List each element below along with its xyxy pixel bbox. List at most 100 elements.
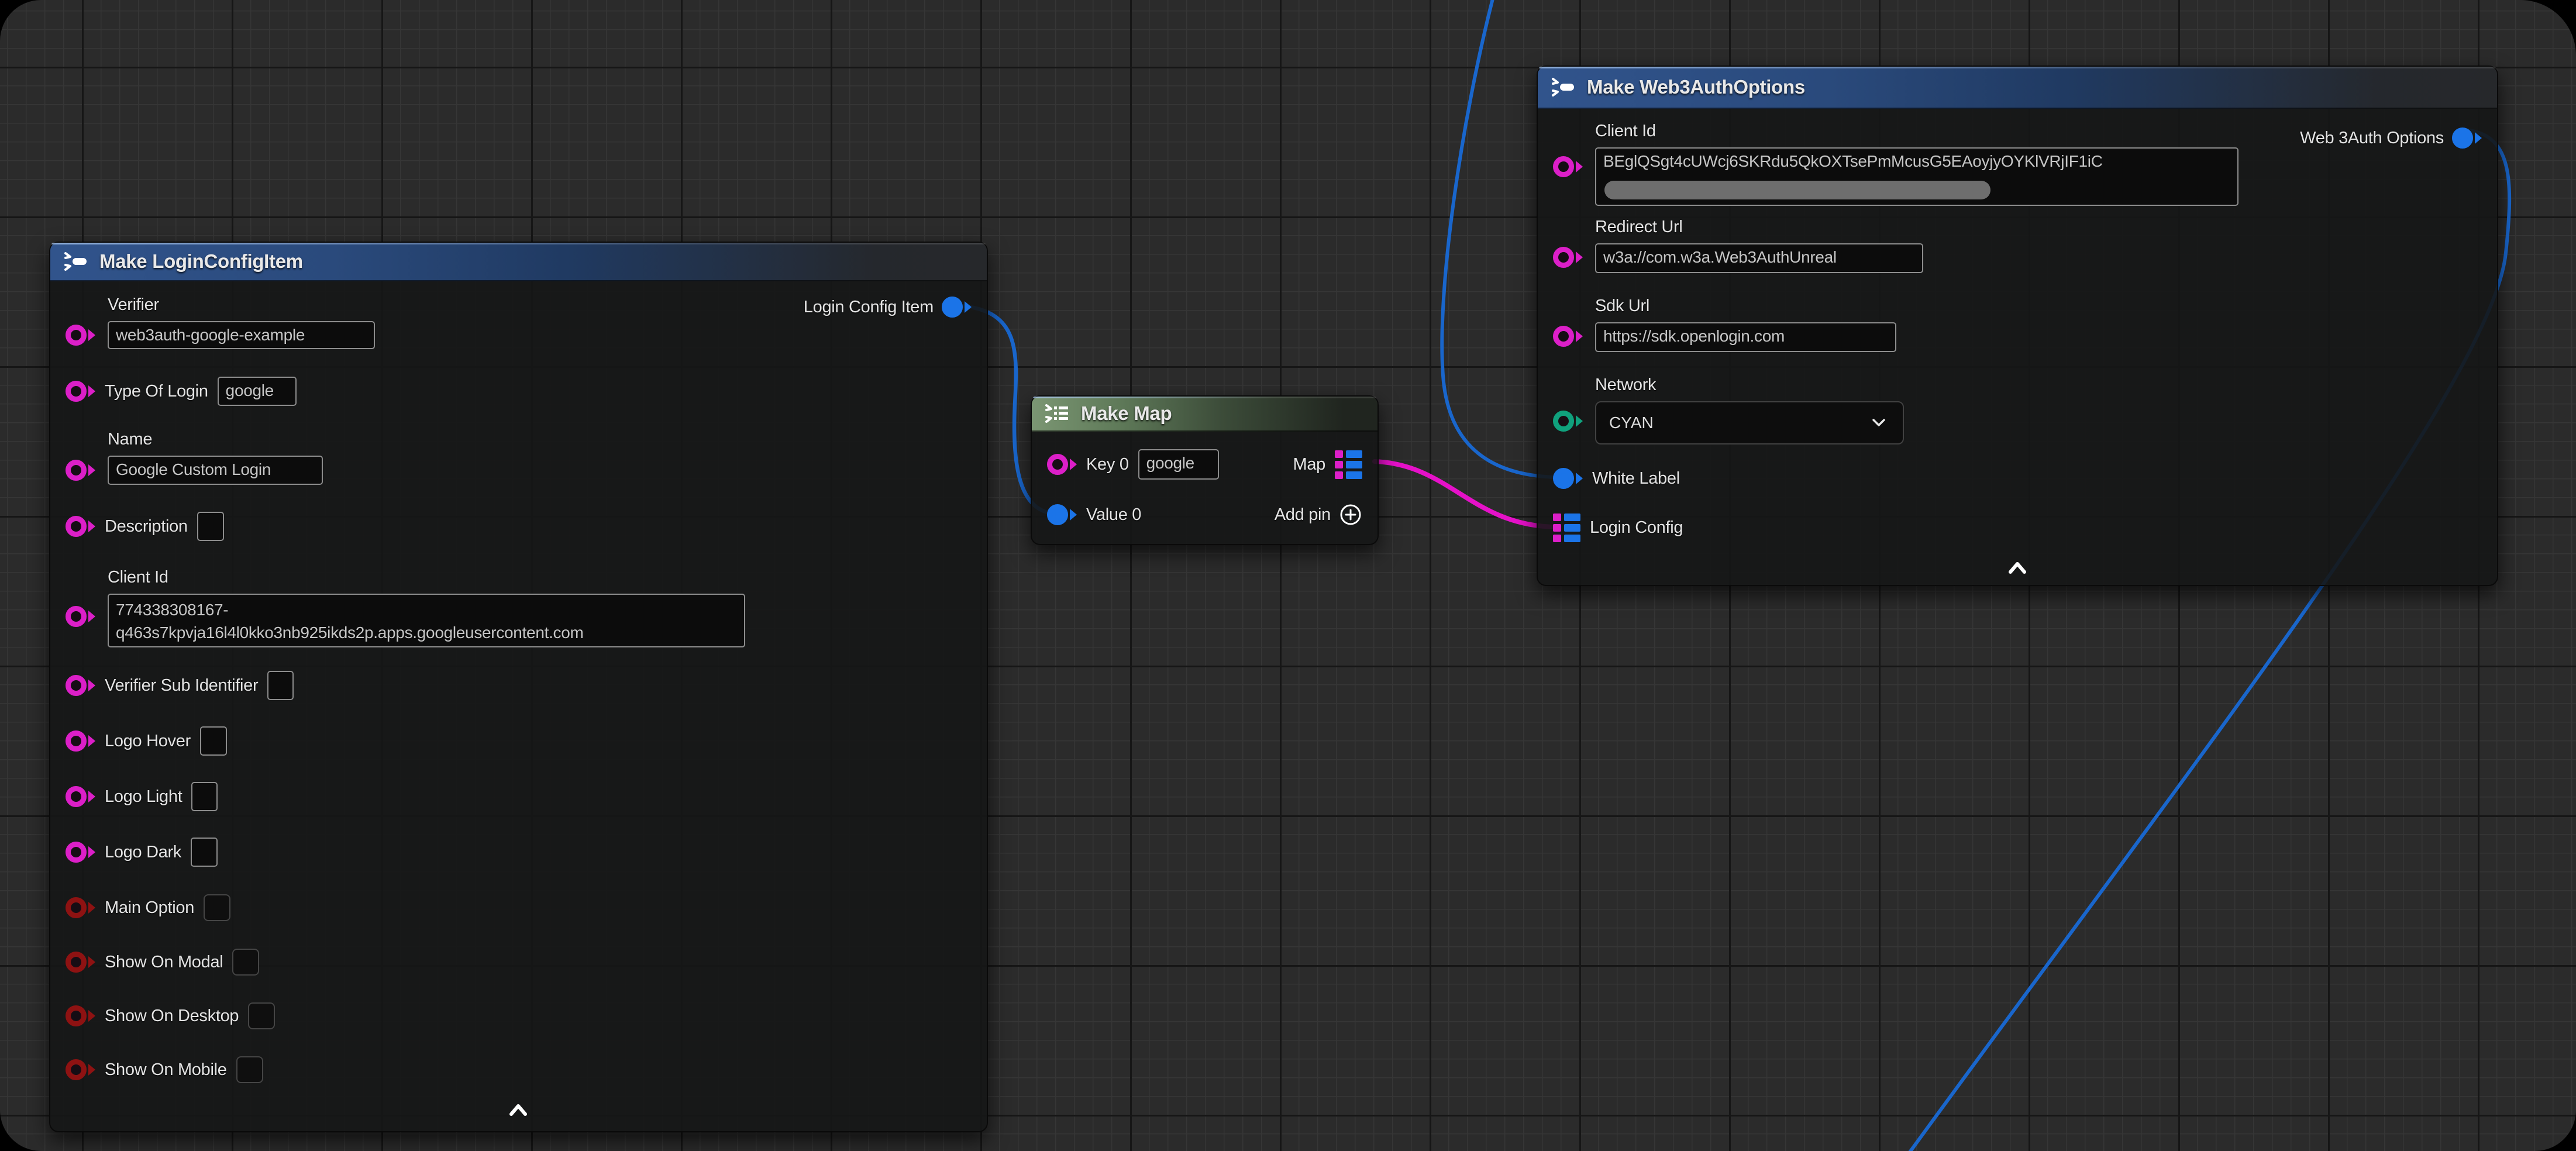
row-description: Description bbox=[66, 503, 972, 550]
pin-label-white-label: White Label bbox=[1592, 469, 1680, 488]
row-show-on-desktop: Show On Desktop bbox=[66, 993, 972, 1039]
input-client-id[interactable]: BEglQSgt4cUWcj6SKRdu5QkOXTsePmMcusG5EAoy… bbox=[1595, 147, 2238, 206]
output-pin-label-map: Map bbox=[1293, 455, 1325, 474]
pin-network[interactable] bbox=[1553, 411, 1583, 432]
pin-value0[interactable] bbox=[1047, 504, 1077, 525]
collapse-node-chevron-icon[interactable] bbox=[502, 1101, 535, 1119]
pin-label-redirect-url: Redirect Url bbox=[1595, 214, 2482, 240]
pin-redirect-url[interactable] bbox=[1553, 247, 1583, 268]
pin-show-on-modal[interactable] bbox=[66, 952, 95, 973]
row-logo-hover: Logo Hover bbox=[66, 718, 972, 764]
pin-white-label[interactable] bbox=[1553, 468, 1583, 489]
field-client-id: Client Id BEglQSgt4cUWcj6SKRdu5QkOXTsePm… bbox=[1595, 118, 2482, 206]
pin-show-on-mobile[interactable] bbox=[66, 1059, 95, 1080]
pin-type-of-login[interactable] bbox=[66, 381, 95, 402]
chevron-down-icon bbox=[1870, 417, 1888, 429]
input-redirect-url[interactable]: w3a://com.w3a.Web3AuthUnreal bbox=[1595, 243, 1923, 273]
pin-logo-dark[interactable] bbox=[66, 842, 95, 863]
pin-verifier[interactable] bbox=[66, 325, 95, 346]
pin-show-on-desktop[interactable] bbox=[66, 1005, 95, 1026]
node-title: Make Web3AuthOptions bbox=[1587, 76, 1805, 98]
output-pin-map[interactable] bbox=[1335, 450, 1362, 479]
input-name[interactable]: Google Custom Login bbox=[108, 456, 323, 485]
input-logo-light[interactable] bbox=[191, 782, 218, 811]
pin-label-logo-dark: Logo Dark bbox=[105, 843, 181, 862]
collapse-node-chevron-icon[interactable] bbox=[2001, 559, 2034, 577]
row-main-option: Main Option bbox=[66, 884, 972, 931]
add-pin-label: Add pin bbox=[1275, 505, 1331, 525]
pin-label-client-id: Client Id bbox=[108, 564, 972, 590]
pin-label-network: Network bbox=[1595, 372, 2482, 398]
pin-label-show-on-desktop: Show On Desktop bbox=[105, 1007, 239, 1026]
make-map-icon bbox=[1044, 402, 1070, 425]
input-sdk-url[interactable]: https://sdk.openlogin.com bbox=[1595, 322, 1896, 352]
pin-name[interactable] bbox=[66, 460, 95, 481]
add-pin-button[interactable]: Add pin bbox=[1275, 503, 1362, 526]
row-logo-light: Logo Light bbox=[66, 773, 972, 820]
pin-label-key0: Key 0 bbox=[1086, 455, 1129, 474]
input-logo-dark[interactable] bbox=[191, 838, 218, 867]
input-verifier-sub-identifier[interactable] bbox=[267, 671, 294, 700]
row-value0-addpin: Value 0 Add pin bbox=[1047, 491, 1362, 538]
checkbox-show-on-modal[interactable] bbox=[232, 949, 259, 976]
field-verifier: Verifier web3auth-google-example bbox=[108, 292, 972, 349]
node-make-web3authoptions[interactable]: Make Web3AuthOptions Web 3Auth Options C… bbox=[1537, 66, 2498, 586]
pin-label-name: Name bbox=[108, 426, 972, 452]
checkbox-main-option[interactable] bbox=[204, 894, 230, 921]
pin-label-logo-light: Logo Light bbox=[105, 787, 182, 807]
row-type-of-login: Type Of Login google bbox=[66, 368, 972, 415]
pin-client-id[interactable] bbox=[1553, 156, 1583, 177]
input-description[interactable] bbox=[197, 512, 224, 541]
pin-label-sdk-url: Sdk Url bbox=[1595, 293, 2482, 319]
pin-main-option[interactable] bbox=[66, 897, 95, 918]
pin-label-verifier-sub-identifier: Verifier Sub Identifier bbox=[105, 676, 258, 695]
field-redirect-url: Redirect Url w3a://com.w3a.Web3AuthUnrea… bbox=[1595, 214, 2482, 273]
field-client-id: Client Id 774338308167- q463s7kpvja16l4l… bbox=[108, 564, 972, 647]
wire-map-to-loginconfig[interactable] bbox=[1375, 461, 1554, 527]
node-make-map[interactable]: Make Map Key 0 google Map Value 0 Add pi… bbox=[1031, 395, 1379, 545]
input-type-of-login[interactable]: google bbox=[218, 377, 297, 406]
row-logo-dark: Logo Dark bbox=[66, 829, 972, 876]
pin-verifier-sub-identifier[interactable] bbox=[66, 675, 95, 696]
pin-logo-light[interactable] bbox=[66, 786, 95, 807]
pin-key0[interactable] bbox=[1047, 454, 1077, 475]
client-id-hscrollbar[interactable] bbox=[1604, 181, 1990, 199]
node-make-loginconfigitem[interactable]: Make LoginConfigItem Login Config Item V… bbox=[49, 242, 988, 1132]
input-client-id[interactable]: 774338308167- q463s7kpvja16l4l0kko3nb925… bbox=[108, 594, 745, 647]
pin-login-config[interactable] bbox=[1553, 514, 1580, 542]
pin-label-verifier: Verifier bbox=[108, 292, 972, 318]
checkbox-show-on-mobile[interactable] bbox=[236, 1056, 263, 1083]
blueprint-graph-canvas[interactable]: Make LoginConfigItem Login Config Item V… bbox=[0, 0, 2576, 1151]
row-show-on-mobile: Show On Mobile bbox=[66, 1046, 972, 1093]
input-logo-hover[interactable] bbox=[200, 726, 227, 756]
row-white-label: White Label bbox=[1553, 455, 2482, 502]
make-struct-icon bbox=[62, 250, 89, 273]
row-verifier-sub-identifier: Verifier Sub Identifier bbox=[66, 662, 972, 709]
pin-label-description: Description bbox=[105, 517, 188, 536]
pin-description[interactable] bbox=[66, 516, 95, 537]
node-header[interactable]: Make Web3AuthOptions bbox=[1538, 67, 2497, 109]
client-id-text: BEglQSgt4cUWcj6SKRdu5QkOXTsePmMcusG5EAoy… bbox=[1603, 152, 2103, 170]
checkbox-show-on-desktop[interactable] bbox=[248, 1002, 275, 1029]
field-sdk-url: Sdk Url https://sdk.openlogin.com bbox=[1595, 293, 2482, 352]
node-title: Make LoginConfigItem bbox=[99, 250, 303, 273]
row-key0-map: Key 0 google Map bbox=[1047, 441, 1362, 488]
pin-client-id[interactable] bbox=[66, 606, 95, 627]
pin-label-show-on-modal: Show On Modal bbox=[105, 953, 223, 972]
network-dropdown[interactable]: CYAN bbox=[1595, 401, 1904, 444]
input-key0[interactable]: google bbox=[1138, 449, 1219, 480]
pin-sdk-url[interactable] bbox=[1553, 326, 1583, 347]
input-verifier[interactable]: web3auth-google-example bbox=[108, 321, 375, 349]
client-id-line2: q463s7kpvja16l4l0kko3nb925ikds2p.apps.go… bbox=[116, 623, 584, 642]
pin-label-show-on-mobile: Show On Mobile bbox=[105, 1060, 227, 1080]
pin-logo-hover[interactable] bbox=[66, 730, 95, 752]
node-header[interactable]: Make Map bbox=[1032, 397, 1377, 432]
network-selected-value: CYAN bbox=[1609, 413, 1654, 432]
row-login-config: Login Config bbox=[1553, 504, 2482, 551]
pin-label-login-config: Login Config bbox=[1590, 518, 1683, 537]
node-title: Make Map bbox=[1081, 402, 1172, 425]
pin-label-client-id: Client Id bbox=[1595, 118, 2482, 144]
pin-label-type-of-login: Type Of Login bbox=[105, 382, 208, 401]
row-show-on-modal: Show On Modal bbox=[66, 939, 972, 985]
node-header[interactable]: Make LoginConfigItem bbox=[50, 243, 987, 281]
